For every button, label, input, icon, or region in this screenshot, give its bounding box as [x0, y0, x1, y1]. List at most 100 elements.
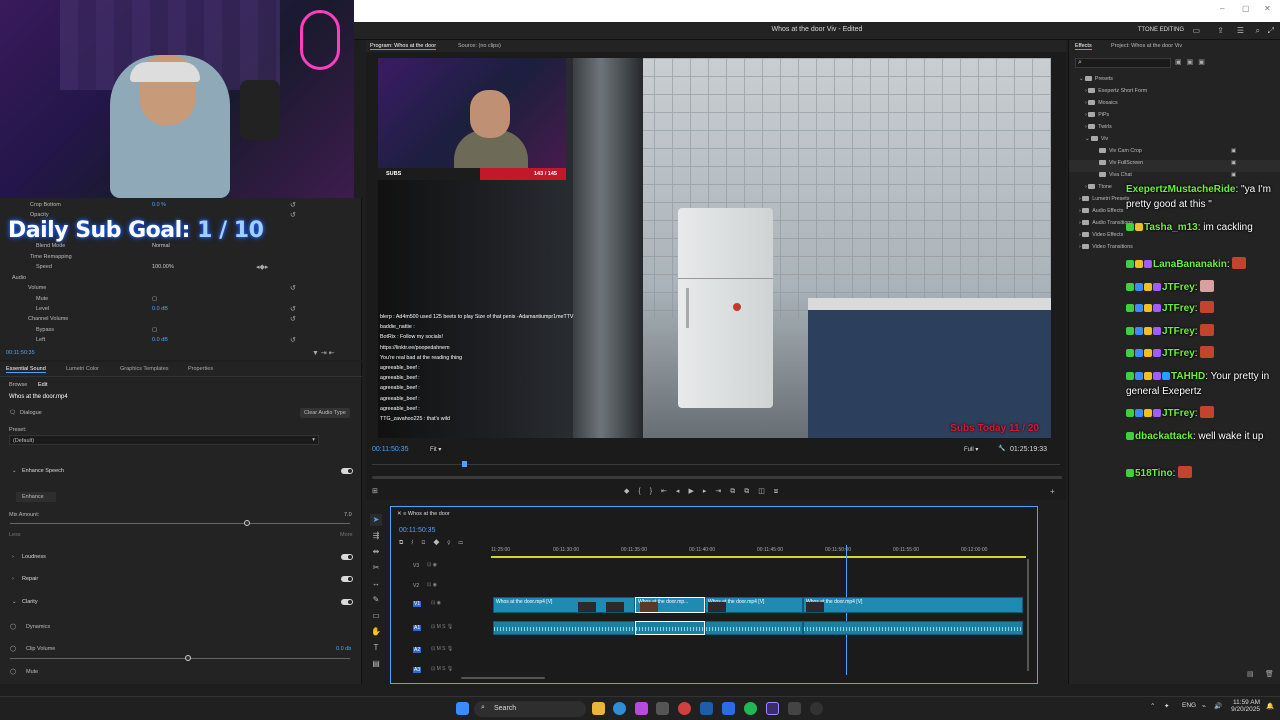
chevron-right-icon[interactable]: ›	[12, 576, 14, 582]
download-icon[interactable]	[722, 702, 735, 715]
edge-icon[interactable]	[613, 702, 626, 715]
tray-chevron-icon[interactable]: ⌃	[1150, 702, 1155, 710]
settings-icon[interactable]: ⊞	[372, 487, 378, 495]
maximize-icon[interactable]: ▢	[1242, 4, 1250, 13]
ripple-edit-icon[interactable]: ⇹	[370, 546, 382, 558]
taskbar-search[interactable]: ⌕ Search	[474, 701, 586, 717]
timeline-timecode[interactable]: 00:11:50:35	[399, 527, 435, 534]
timeline-vertical-scrollbar[interactable]	[1027, 559, 1029, 671]
tree-item[interactable]: ⌄ Presets	[1069, 76, 1280, 88]
volume-icon[interactable]: 🔊	[1214, 702, 1222, 710]
program-timecode[interactable]: 00:11:50:35	[372, 446, 408, 453]
tab-program[interactable]: Program: Whos at the door	[370, 43, 437, 50]
add-button-icon[interactable]: +	[1050, 487, 1055, 496]
file-explorer-icon[interactable]	[592, 702, 605, 715]
audio-clip[interactable]	[705, 621, 803, 635]
timeline-zoom-scrollbar[interactable]	[461, 677, 545, 679]
fit-dropdown[interactable]: Fit ▾	[426, 445, 446, 454]
mix-amount-knob[interactable]	[244, 520, 250, 526]
program-playhead[interactable]	[462, 461, 467, 467]
clip-volume-checkbox[interactable]: ◯	[10, 646, 16, 652]
tree-item[interactable]: › PiPs	[1069, 112, 1280, 124]
video-clip[interactable]: Whos at the door.mp4 [V]	[803, 597, 1023, 613]
search-icon[interactable]: ⌕	[1256, 26, 1260, 36]
tree-item[interactable]: Viv Cam Crop ▣	[1069, 148, 1280, 160]
clarity-toggle[interactable]	[341, 599, 353, 605]
type-tool-icon[interactable]: T	[370, 642, 382, 654]
loudness-toggle[interactable]	[341, 554, 353, 560]
chevron-down-icon[interactable]: ⌄	[12, 599, 17, 605]
obs-icon[interactable]	[810, 702, 823, 715]
ec-row-volume[interactable]: Volume ↺	[0, 283, 362, 293]
subtab-browse[interactable]: Browse	[9, 382, 27, 388]
tree-item[interactable]: ⌄ Viv	[1069, 136, 1280, 148]
rectangle-tool-icon[interactable]: ▭	[370, 610, 382, 622]
app-icon[interactable]	[678, 702, 691, 715]
ec-row-speed[interactable]: Speed 100.00% ◂◆▸	[0, 262, 362, 272]
audio-clip[interactable]	[493, 621, 635, 635]
steam-icon[interactable]	[700, 702, 713, 715]
tree-item[interactable]: › Mosaics	[1069, 100, 1280, 112]
panel-icon[interactable]: ▭	[1192, 26, 1200, 35]
effects-search-input[interactable]: ⌕	[1075, 58, 1171, 68]
program-scrollbar[interactable]	[372, 476, 1062, 479]
enhance-button[interactable]: Enhance	[16, 492, 56, 502]
chevron-right-icon[interactable]: ›	[12, 554, 14, 560]
program-video[interactable]: SUBS 143 / 145 blerp : Ad4m500 used 125 …	[378, 58, 1051, 438]
mix-amount-slider[interactable]	[10, 523, 350, 524]
ec-row-left[interactable]: Left 0.0 dB ↺	[0, 335, 362, 345]
ec-row-level[interactable]: Level 0.0 dB ↺	[0, 304, 362, 314]
pen-tool-icon[interactable]: ✎	[370, 594, 382, 606]
transport-controls[interactable]: ◆{}⇤◂▶▸⇥⧉⧉◫⧈	[624, 487, 787, 496]
program-ruler[interactable]	[372, 464, 1060, 465]
notification-icon[interactable]: 🔔	[1266, 702, 1274, 710]
timeline-tools[interactable]: ⧉⌇⊡◆⚲▭	[399, 540, 471, 547]
workspace-label[interactable]: TTONE EDITING	[1138, 27, 1184, 33]
tab-project[interactable]: Project: Whos at the door Viv	[1111, 43, 1182, 49]
ec-row-mute[interactable]: Mute ▢	[0, 294, 362, 304]
ec-row-time-remapping[interactable]: Time Remapping	[0, 252, 362, 262]
share-icon[interactable]: ⇪	[1217, 26, 1224, 35]
trash-icon[interactable]: 🗑	[1265, 670, 1274, 678]
repair-toggle[interactable]	[341, 576, 353, 582]
new-bin-icon[interactable]: ▤	[1247, 670, 1254, 678]
fullscreen-icon[interactable]: ⤢	[1268, 26, 1274, 36]
audio-clip[interactable]	[803, 621, 1023, 635]
clock[interactable]: 11:59 AM 9/20/2025	[1230, 699, 1260, 713]
dynamics-checkbox[interactable]: ◯	[10, 624, 16, 630]
spotify-icon[interactable]	[744, 702, 757, 715]
chevron-down-icon[interactable]: ⌄	[12, 468, 17, 474]
copilot-icon[interactable]	[635, 702, 648, 715]
clip-volume-slider[interactable]	[10, 658, 350, 659]
clip-volume-knob[interactable]	[185, 655, 191, 661]
video-clip[interactable]: Whos at the door.mp4 [V]	[493, 597, 635, 613]
wrench-icon[interactable]: 🔧	[998, 445, 1005, 452]
hand-tool-icon[interactable]: ✋	[370, 626, 382, 638]
tab-lumetri-color[interactable]: Lumetri Color	[66, 366, 99, 372]
tree-item[interactable]: › Exepertz Short Form	[1069, 88, 1280, 100]
mute-checkbox[interactable]: ◯	[10, 669, 16, 675]
tab-graphics-templates[interactable]: Graphics Templates	[120, 366, 169, 372]
menu-icon[interactable]: ☰	[1237, 26, 1244, 35]
minimize-icon[interactable]: –	[1220, 4, 1224, 13]
network-icon[interactable]: ⌁	[1202, 702, 1206, 710]
tab-properties[interactable]: Properties	[188, 366, 213, 372]
quality-dropdown[interactable]: Full ▾	[960, 445, 983, 454]
windows-start-icon[interactable]	[456, 702, 469, 715]
sequence-tab[interactable]: ✕ ≡ Whos at the door	[397, 511, 450, 517]
premiere-pro-icon[interactable]	[766, 702, 779, 715]
close-icon[interactable]: ✕	[1264, 4, 1271, 13]
razor-icon[interactable]: ✂	[370, 562, 382, 574]
tree-item-selected[interactable]: Viv FullScreen ▣	[1069, 160, 1280, 172]
track-select-icon[interactable]: ⇶	[370, 530, 382, 542]
subtab-edit[interactable]: Edit	[38, 382, 47, 388]
preset-dropdown[interactable]: (Default) ▾	[9, 435, 319, 445]
caption-tool-icon[interactable]: ▤	[370, 658, 382, 670]
language-indicator[interactable]: ENG	[1182, 702, 1196, 709]
tab-essential-sound[interactable]: Essential Sound	[6, 366, 46, 373]
enhance-speech-toggle[interactable]	[341, 468, 353, 474]
tab-effects[interactable]: Effects	[1075, 43, 1092, 50]
ec-row-crop-bottom[interactable]: Crop Bottom 0.0 % ↺	[0, 200, 362, 210]
clear-audio-type-button[interactable]: Clear Audio Type	[300, 408, 350, 418]
slip-tool-icon[interactable]: ↔	[370, 578, 382, 590]
